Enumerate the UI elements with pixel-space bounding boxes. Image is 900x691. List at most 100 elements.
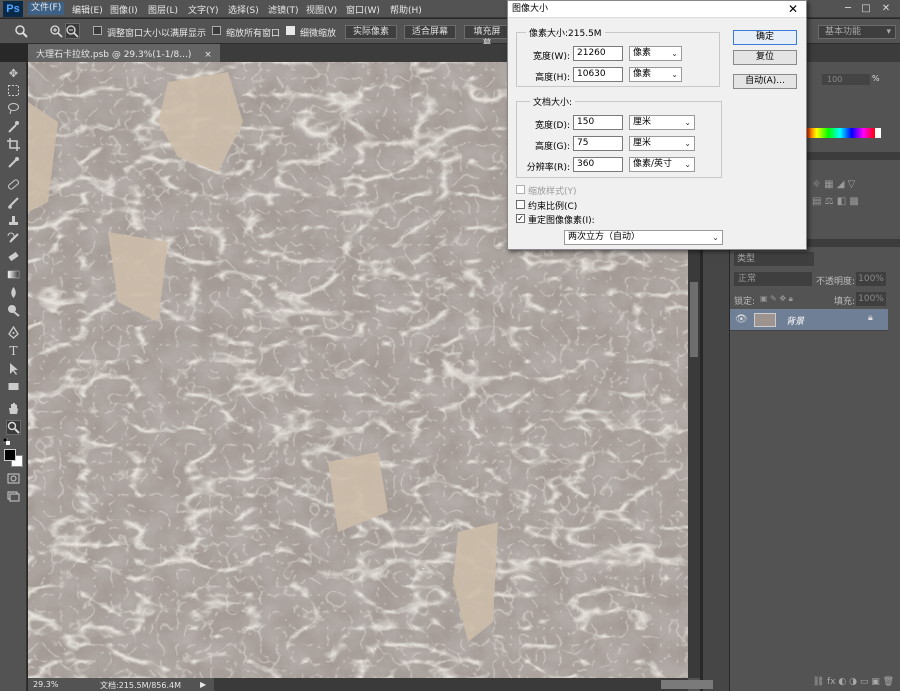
foreground-color-swatch[interactable] xyxy=(4,449,16,461)
resample-label: 重定图像像素(I): xyxy=(528,216,595,226)
lasso-tool-icon[interactable] xyxy=(6,102,21,117)
fill-screen-button[interactable]: 填充屏幕 xyxy=(464,25,510,49)
doc-height-unit-select[interactable]: 厘米 ⌄ xyxy=(629,136,695,151)
chevron-down-icon: ⌄ xyxy=(671,49,678,58)
reset-button[interactable]: 复位 xyxy=(733,50,797,65)
brush-tool-icon[interactable] xyxy=(6,196,21,211)
dialog-close-icon[interactable]: ✕ xyxy=(786,2,800,16)
history-brush-tool-icon[interactable] xyxy=(6,232,21,247)
menu-help[interactable]: 帮助(H) xyxy=(390,3,422,16)
rectangle-tool-icon[interactable] xyxy=(6,380,21,395)
quick-mask-icon[interactable] xyxy=(6,472,21,487)
chevron-down-icon: ⌄ xyxy=(712,233,719,242)
resample-method-select[interactable]: 两次立方（自动） ⌄ xyxy=(564,230,723,245)
ok-button[interactable]: 确定 xyxy=(733,30,797,45)
clone-stamp-tool-icon[interactable] xyxy=(6,214,21,229)
menu-window[interactable]: 窗口(W) xyxy=(346,3,380,16)
workspace-select[interactable]: 基本功能 ▾ xyxy=(818,25,896,39)
pen-tool-icon[interactable] xyxy=(6,325,21,341)
height-unit-select[interactable]: 像素 ⌄ xyxy=(629,67,682,82)
layer-kind-filter[interactable]: 类型 xyxy=(734,252,814,266)
fill-label: 填充: xyxy=(834,297,856,307)
quick-selection-tool-icon[interactable] xyxy=(6,120,21,135)
layer-kind-label: 类型 xyxy=(737,254,756,264)
constrain-proportions-checkbox[interactable] xyxy=(516,200,525,209)
fill-field[interactable]: 100% xyxy=(856,292,886,306)
width-unit-select[interactable]: 像素 ⌄ xyxy=(629,46,682,61)
type-tool-icon[interactable]: T xyxy=(6,344,21,359)
zoom-in-icon[interactable] xyxy=(49,23,64,39)
menu-filter[interactable]: 滤镜(T) xyxy=(268,3,299,16)
zoom-out-icon[interactable] xyxy=(65,23,80,39)
document-tab[interactable]: 大理石卡拉纹.psb @ 29.3%(1-1/8...) × xyxy=(28,44,220,62)
tools-panel: ✥ T xyxy=(0,62,27,691)
zoom-tool-icon[interactable] xyxy=(6,420,21,435)
color-spectrum[interactable] xyxy=(805,128,875,138)
width-unit-value: 像素 xyxy=(633,48,652,58)
height-input[interactable]: 10630 xyxy=(573,67,623,82)
horizontal-scrollbar[interactable] xyxy=(214,678,713,691)
opacity-field[interactable]: 100% xyxy=(856,272,886,286)
layer-row-background[interactable]: 👁︎ 背景 🔒︎ xyxy=(730,309,888,331)
eyedropper-tool-icon[interactable] xyxy=(6,156,21,171)
photoshop-logo: Ps xyxy=(3,1,23,17)
resolution-input[interactable]: 360 xyxy=(573,157,623,172)
visibility-eye-icon[interactable]: 👁︎ xyxy=(735,314,748,326)
eraser-tool-icon[interactable] xyxy=(6,250,21,265)
screen-mode-icon[interactable] xyxy=(6,490,21,505)
close-window-button[interactable]: ✕ xyxy=(880,3,892,14)
blend-mode-select[interactable]: 正常 xyxy=(734,272,812,286)
zoom-tool-preset-icon[interactable] xyxy=(14,24,28,38)
menu-edit[interactable]: 编辑(E) xyxy=(72,3,103,16)
resample-method-value: 两次立方（自动） xyxy=(568,232,641,242)
menu-image[interactable]: 图像(I) xyxy=(110,3,138,16)
layers-footer-icons[interactable]: ⛓ fx ◐ ◑ ▭ ▣ 🗑︎ xyxy=(730,674,900,691)
horizontal-scroll-thumb[interactable] xyxy=(661,680,713,689)
color-value-field[interactable]: 100 xyxy=(822,74,870,85)
resolution-unit-select[interactable]: 像素/英寸 ⌄ xyxy=(629,157,695,172)
scrubby-zoom-checkbox[interactable] xyxy=(286,26,295,38)
blur-tool-icon[interactable] xyxy=(6,286,21,301)
layer-thumbnail xyxy=(754,313,776,327)
zoom-all-checkbox[interactable] xyxy=(212,26,221,38)
zoom-level[interactable]: 29.3% xyxy=(33,680,58,689)
status-menu-arrow-icon[interactable]: ▶ xyxy=(200,680,206,689)
white-swatch[interactable] xyxy=(875,128,881,138)
menu-select[interactable]: 选择(S) xyxy=(228,3,259,16)
fit-window-checkbox[interactable] xyxy=(93,26,102,38)
move-tool-icon[interactable]: ✥ xyxy=(6,66,21,81)
marquee-tool-icon[interactable] xyxy=(6,84,21,99)
resample-checkbox[interactable]: ✓ xyxy=(516,214,525,223)
doc-width-unit-select[interactable]: 厘米 ⌄ xyxy=(629,115,695,130)
lock-label: 锁定: xyxy=(734,297,756,307)
gradient-tool-icon[interactable] xyxy=(6,268,21,283)
actual-pixels-button[interactable]: 实际像素 xyxy=(345,25,397,39)
maximize-button[interactable]: □ xyxy=(860,3,872,14)
scale-styles-label: 缩放样式(Y) xyxy=(528,187,577,197)
scale-styles-checkbox[interactable] xyxy=(516,185,525,194)
fit-screen-button[interactable]: 适合屏幕 xyxy=(404,25,456,39)
hand-tool-icon[interactable] xyxy=(6,402,21,417)
close-tab-icon[interactable]: × xyxy=(204,50,212,60)
doc-width-unit-value: 厘米 xyxy=(633,117,652,127)
default-colors-icon[interactable] xyxy=(2,437,10,445)
menu-layer[interactable]: 图层(L) xyxy=(148,3,178,16)
path-selection-tool-icon[interactable] xyxy=(6,362,21,377)
menu-view[interactable]: 视图(V) xyxy=(306,3,337,16)
vertical-scroll-thumb[interactable] xyxy=(690,282,698,357)
lock-icons[interactable]: ▣ ✎ ✥ 🔒︎ xyxy=(760,294,793,304)
dodge-tool-icon[interactable] xyxy=(6,304,21,319)
menu-type[interactable]: 文字(Y) xyxy=(188,3,219,16)
document-size-label: 文档大小: xyxy=(530,95,576,108)
healing-brush-tool-icon[interactable] xyxy=(6,178,21,193)
doc-height-input[interactable]: 75 xyxy=(573,136,623,151)
minimize-button[interactable]: ─ xyxy=(842,3,854,14)
crop-tool-icon[interactable] xyxy=(6,138,21,153)
auto-button[interactable]: 自动(A)... xyxy=(733,74,797,89)
adjustments-icons[interactable]: ☼ ▦ ◢ ▽ ▤ ⚖ ◧ ▩ xyxy=(812,176,882,216)
menu-file[interactable]: 文件(F) xyxy=(28,2,65,15)
blend-mode-value: 正常 xyxy=(738,274,757,284)
chevron-down-icon: ⌄ xyxy=(684,139,691,148)
doc-width-input[interactable]: 150 xyxy=(573,115,623,130)
width-input[interactable]: 21260 xyxy=(573,46,623,61)
